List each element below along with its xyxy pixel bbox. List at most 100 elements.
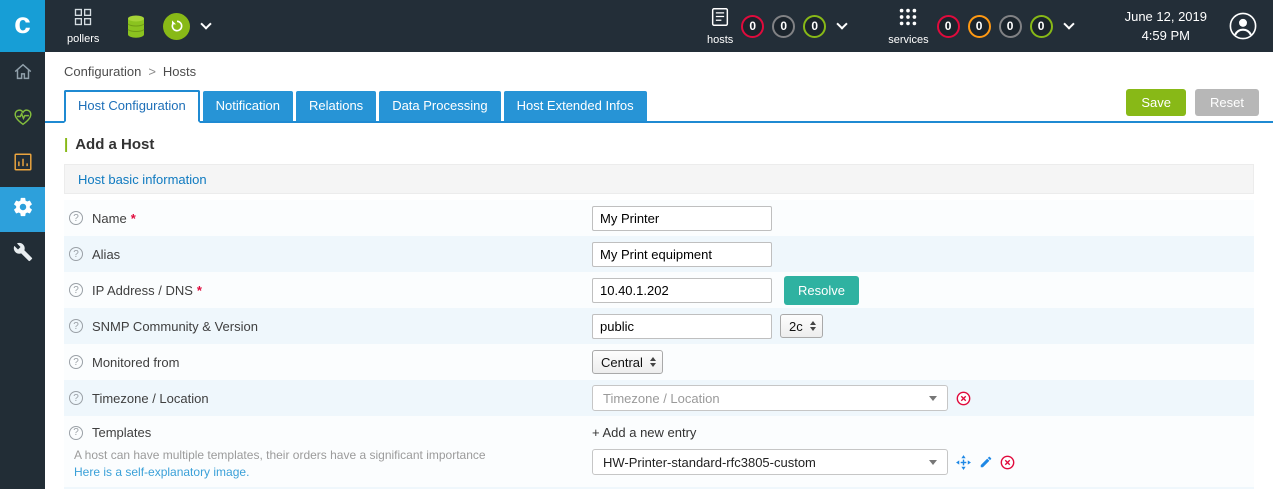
help-icon[interactable]: ?	[69, 211, 83, 225]
tab-relations[interactable]: Relations	[295, 91, 377, 121]
resolve-button[interactable]: Resolve	[784, 275, 859, 305]
required-marker: *	[196, 282, 202, 298]
sidebar-item-reporting[interactable]	[0, 142, 45, 187]
help-icon[interactable]: ?	[69, 283, 83, 297]
template-select[interactable]: HW-Printer-standard-rfc3805-custom	[592, 449, 948, 475]
sidebar	[0, 52, 45, 489]
breadcrumb-configuration[interactable]: Configuration	[64, 64, 141, 79]
sidebar-item-administration[interactable]	[0, 232, 45, 277]
config-sync-icon[interactable]	[163, 12, 191, 40]
alias-input[interactable]	[592, 241, 772, 267]
current-date: June 12, 2019	[1124, 8, 1207, 24]
current-time: 4:59 PM	[1141, 28, 1190, 43]
help-icon[interactable]: ?	[69, 391, 83, 405]
breadcrumb-hosts[interactable]: Hosts	[163, 64, 196, 79]
timezone-clear-icon[interactable]	[956, 391, 971, 406]
pollers-label: pollers	[67, 33, 100, 45]
services-status[interactable]: services	[888, 6, 929, 46]
form-row-snmp: ? SNMP Community & Version 2c	[64, 308, 1254, 344]
hosts-status[interactable]: hosts	[707, 6, 733, 46]
tab-host-configuration[interactable]: Host Configuration	[64, 90, 200, 123]
ip-input[interactable]	[592, 277, 772, 303]
monitored-from-label: Monitored from	[92, 354, 180, 370]
host-form: ? Name * ? Alias ? IP Address / DNS *	[64, 200, 1254, 489]
section-header: Host basic information	[64, 164, 1254, 194]
database-icon[interactable]	[125, 14, 147, 39]
help-icon[interactable]: ?	[69, 425, 83, 440]
services-critical-counter[interactable]: 0	[936, 14, 960, 38]
pollers-icon	[73, 7, 93, 30]
chevron-down-icon[interactable]	[1062, 18, 1075, 30]
form-row-templates: ? Templates A host can have multiple tem…	[64, 416, 1254, 487]
services-unknown-counter[interactable]: 0	[998, 14, 1022, 38]
topbar: c pollers hosts 0 0 0 services 0 0 0 0 J…	[0, 0, 1273, 52]
add-template-entry-button[interactable]: + Add a new entry	[592, 425, 696, 440]
page-title: | Add a Host	[45, 123, 1273, 164]
breadcrumb-separator: >	[148, 64, 156, 79]
chevron-down-icon[interactable]	[200, 18, 213, 30]
wrench-icon	[13, 242, 33, 267]
breadcrumb: Configuration > Hosts	[45, 52, 1273, 79]
form-row-timezone: ? Timezone / Location Timezone / Locatio…	[64, 380, 1254, 416]
template-edit-icon[interactable]	[979, 455, 993, 469]
hosts-unreachable-counter[interactable]: 0	[772, 14, 796, 38]
services-label: services	[888, 34, 929, 46]
centreon-logo[interactable]: c	[0, 0, 45, 52]
snmp-version-select[interactable]: 2c	[780, 314, 823, 338]
monitored-from-select[interactable]: Central	[592, 350, 663, 374]
template-selected-value: HW-Printer-standard-rfc3805-custom	[603, 454, 816, 470]
templates-help-link[interactable]: Here is a self-explanatory image.	[69, 465, 249, 479]
help-icon[interactable]: ?	[69, 319, 83, 333]
templates-label: Templates	[92, 425, 152, 440]
template-delete-icon[interactable]	[1000, 455, 1015, 470]
chevron-down-icon[interactable]	[836, 18, 848, 30]
ip-label: IP Address / DNS	[92, 282, 193, 298]
home-icon	[12, 61, 34, 88]
tab-data-processing[interactable]: Data Processing	[379, 91, 501, 121]
reset-button[interactable]: Reset	[1195, 89, 1259, 116]
timezone-label: Timezone / Location	[92, 390, 209, 406]
services-ok-counter[interactable]: 0	[1029, 14, 1053, 38]
tab-notification[interactable]: Notification	[202, 91, 293, 121]
select-arrows-icon	[649, 357, 656, 367]
monitored-from-value: Central	[601, 354, 643, 370]
services-warning-counter[interactable]: 0	[967, 14, 991, 38]
name-input[interactable]	[592, 205, 772, 231]
form-row-name: ? Name *	[64, 200, 1254, 236]
chevron-down-icon	[929, 395, 937, 401]
sidebar-item-home[interactable]	[0, 52, 45, 97]
name-label: Name	[92, 210, 127, 226]
snmp-label: SNMP Community & Version	[92, 318, 258, 334]
tab-actions: Save Reset	[1126, 89, 1259, 121]
bar-chart-icon	[12, 151, 34, 178]
form-row-monitored-from: ? Monitored from Central	[64, 344, 1254, 380]
tab-host-extended-infos[interactable]: Host Extended Infos	[503, 91, 647, 121]
sidebar-item-monitoring[interactable]	[0, 97, 45, 142]
template-move-icon[interactable]	[955, 454, 972, 471]
save-button[interactable]: Save	[1126, 89, 1187, 116]
help-icon[interactable]: ?	[69, 247, 83, 261]
required-marker: *	[130, 210, 136, 226]
tab-bar: Host Configuration Notification Relation…	[45, 89, 1273, 123]
hosts-up-counter[interactable]: 0	[803, 14, 827, 38]
form-row-ip: ? IP Address / DNS * Resolve	[64, 272, 1254, 308]
pollers-status[interactable]: pollers	[67, 7, 99, 45]
snmp-version-value: 2c	[789, 318, 803, 334]
gear-icon	[12, 196, 34, 223]
section-title: Host basic information	[78, 171, 207, 187]
hosts-label: hosts	[706, 34, 734, 46]
heartbeat-icon	[12, 106, 34, 133]
hosts-down-counter[interactable]: 0	[741, 14, 765, 38]
services-icon	[897, 6, 919, 31]
snmp-community-input[interactable]	[592, 313, 772, 339]
sidebar-item-configuration[interactable]	[0, 187, 45, 232]
title-accent-bar: |	[64, 136, 69, 153]
datetime: June 12, 2019 4:59 PM	[1125, 7, 1207, 46]
chevron-down-icon	[929, 459, 937, 465]
alias-label: Alias	[92, 246, 121, 262]
timezone-select[interactable]: Timezone / Location	[592, 385, 948, 411]
main-content: Configuration > Hosts Host Configuration…	[45, 52, 1273, 489]
help-icon[interactable]: ?	[69, 355, 83, 369]
select-arrows-icon	[809, 321, 816, 331]
user-avatar-icon[interactable]	[1229, 12, 1257, 40]
